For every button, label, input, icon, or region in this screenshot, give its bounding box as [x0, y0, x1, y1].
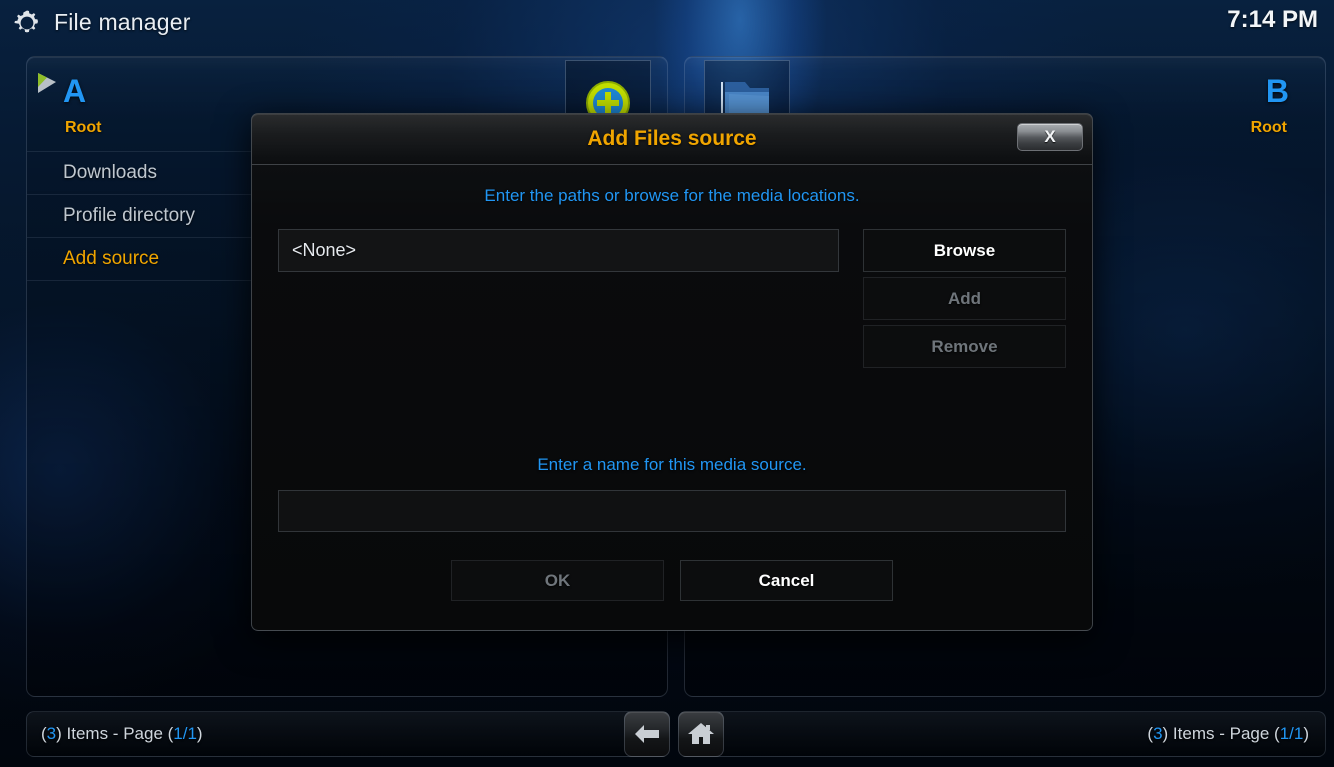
browse-button[interactable]: Browse	[863, 229, 1066, 272]
dialog-title: Add Files source	[587, 127, 757, 150]
paths-section: <None> Browse Add Remove	[278, 229, 1066, 449]
dialog-actions: OK Cancel	[252, 560, 1092, 601]
paren-close: )	[196, 724, 203, 743]
focus-arrow-icon	[38, 73, 56, 93]
paths-list[interactable]: <None>	[278, 229, 839, 449]
home-button[interactable]	[678, 711, 724, 757]
page-number: 1/1	[173, 724, 197, 743]
item-count: 3	[1153, 724, 1163, 743]
status-bar-a: (3) Items - Page (1/1)	[26, 711, 668, 757]
paren-close: )	[1303, 724, 1309, 743]
status-middle: ) Items - Page (	[56, 724, 174, 743]
item-count: 3	[46, 724, 57, 743]
status-middle: ) Items - Page (	[1162, 724, 1280, 743]
add-files-source-dialog: Add Files source X Enter the paths or br…	[251, 113, 1093, 631]
home-icon	[688, 723, 714, 744]
remove-button[interactable]: Remove	[863, 325, 1066, 368]
cancel-button[interactable]: Cancel	[680, 560, 893, 601]
path-list-item[interactable]: <None>	[278, 229, 839, 272]
close-button[interactable]: X	[1017, 123, 1083, 151]
panel-a-root-label: Root	[65, 119, 102, 136]
dialog-title-bar: Add Files source X	[252, 114, 1092, 165]
paths-side-buttons: Browse Add Remove	[863, 229, 1066, 368]
source-name-input[interactable]	[278, 490, 1066, 532]
gear-icon	[14, 9, 38, 32]
status-text-a: (3) Items - Page (1/1)	[41, 724, 203, 744]
back-button[interactable]	[624, 711, 670, 757]
page-title: File manager	[54, 9, 191, 35]
panel-b-root-label: Root	[1250, 119, 1287, 136]
ok-button[interactable]: OK	[451, 560, 664, 601]
page-number: 1/1	[1279, 724, 1304, 743]
panel-b-letter: B	[1265, 73, 1289, 109]
paths-hint-label: Enter the paths or browse for the media …	[484, 186, 860, 205]
kodi-file-manager-screen: File manager 7:14 PM Add source	[0, 0, 1334, 767]
status-text-b: (3) Items - Page (1/1)	[1147, 724, 1309, 744]
panel-a-letter: A	[63, 73, 87, 109]
bottom-nav	[624, 711, 724, 757]
clock: 7:14 PM	[1227, 6, 1318, 33]
name-hint-label: Enter a name for this media source.	[537, 455, 807, 474]
top-bar: File manager 7:14 PM	[0, 0, 1334, 45]
close-icon: X	[1044, 127, 1056, 146]
add-button[interactable]: Add	[863, 277, 1066, 320]
status-bar-b: (3) Items - Page (1/1)	[684, 711, 1326, 757]
back-arrow-icon	[635, 725, 659, 743]
